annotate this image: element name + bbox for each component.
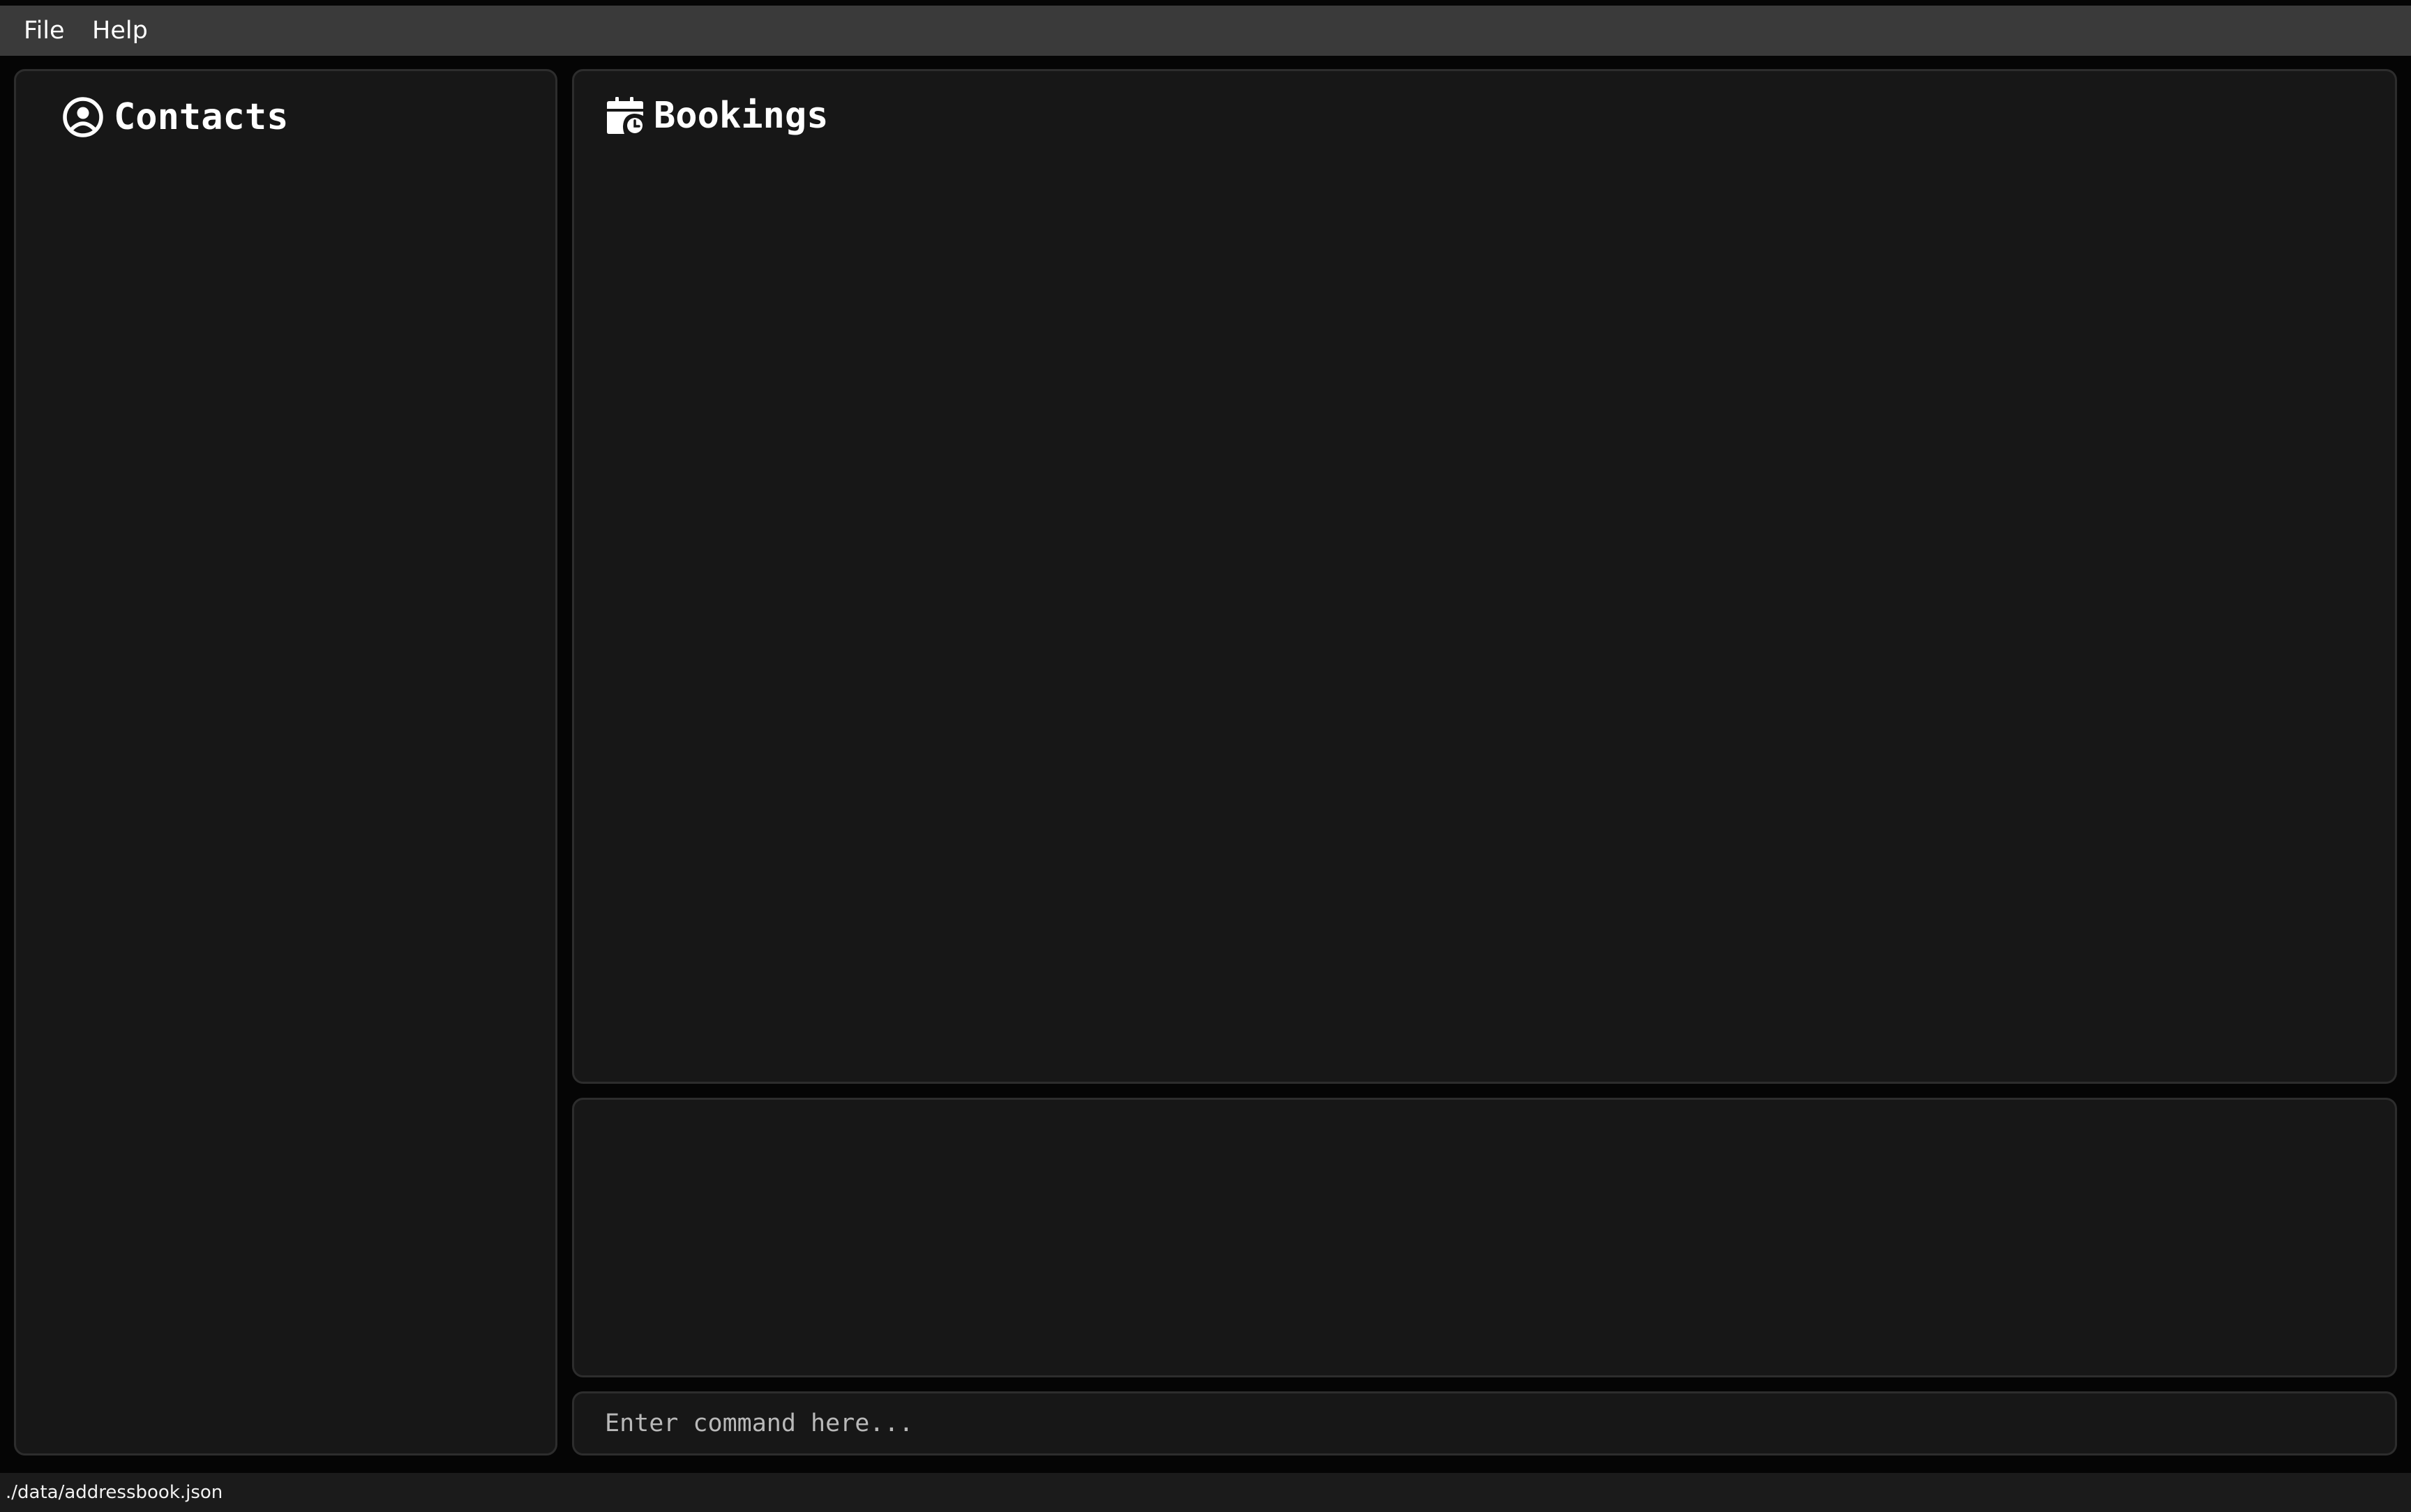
result-display <box>572 1098 2397 1377</box>
bookings-panel: Bookings <box>572 69 2397 1084</box>
status-file-path: ./data/addressbook.json <box>6 1482 223 1503</box>
app-window: File Help Contacts Bookings Enter comman… <box>0 0 2411 1512</box>
contacts-list[interactable] <box>30 162 541 1439</box>
menu-bar: File Help <box>0 6 2411 56</box>
menu-help[interactable]: Help <box>92 6 148 56</box>
menu-file[interactable]: File <box>24 6 65 56</box>
contacts-panel: Contacts <box>14 69 557 1456</box>
bookings-list[interactable] <box>588 162 2381 1068</box>
command-box <box>572 1391 2397 1456</box>
bookings-header: Bookings <box>605 95 828 137</box>
user-circle-icon <box>62 96 104 138</box>
calendar-clock-icon <box>605 96 645 136</box>
contacts-header: Contacts <box>62 96 288 138</box>
bookings-title: Bookings <box>654 95 829 137</box>
status-bar: ./data/addressbook.json <box>0 1473 2411 1512</box>
contacts-title: Contacts <box>114 96 289 138</box>
command-input[interactable] <box>574 1393 2395 1453</box>
